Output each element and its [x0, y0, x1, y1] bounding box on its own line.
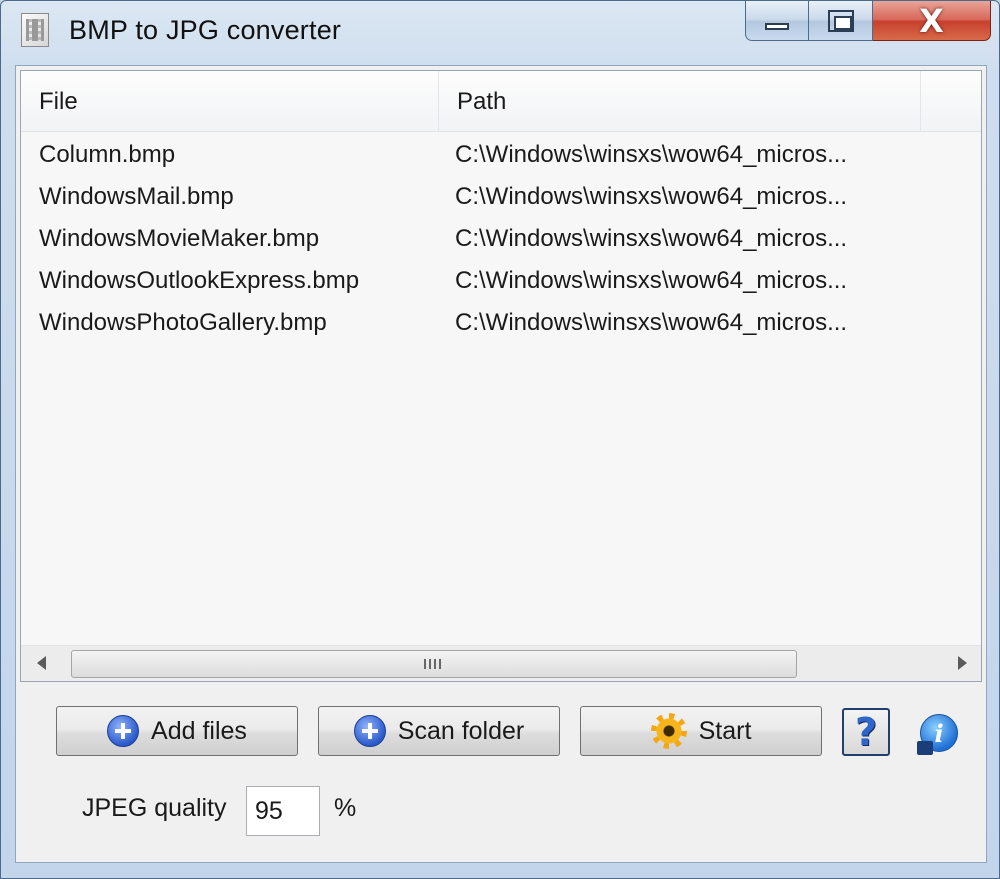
- gear-icon: [650, 713, 687, 749]
- path-cell: C:\Windows\winsxs\wow64_micros...: [455, 267, 848, 294]
- add-files-button[interactable]: Add files: [56, 706, 298, 756]
- start-label: Start: [698, 716, 752, 745]
- column-header-empty[interactable]: [921, 71, 981, 131]
- scroll-right-icon[interactable]: [958, 656, 967, 670]
- column-header-file[interactable]: File: [21, 71, 439, 131]
- file-cell: WindowsMovieMaker.bmp: [39, 225, 320, 252]
- scrollbar-thumb[interactable]: [71, 650, 797, 678]
- file-cell: WindowsMail.bmp: [39, 183, 234, 210]
- app-icon[interactable]: [21, 13, 49, 47]
- list-header: File Path: [21, 71, 981, 132]
- window-controls: X: [745, 1, 991, 43]
- column-header-path[interactable]: Path: [439, 71, 921, 131]
- horizontal-scrollbar[interactable]: [21, 645, 981, 681]
- app-window: BMP to JPG converter X File Path Column.…: [0, 0, 1000, 879]
- plus-circle-icon: [353, 715, 386, 747]
- minimize-button[interactable]: [745, 1, 809, 41]
- path-cell: C:\Windows\winsxs\wow64_micros...: [455, 309, 848, 336]
- table-row[interactable]: WindowsMail.bmp C:\Windows\winsxs\wow64_…: [21, 179, 981, 221]
- close-button[interactable]: X: [873, 1, 991, 41]
- table-row[interactable]: WindowsOutlookExpress.bmp C:\Windows\win…: [21, 263, 981, 305]
- start-button[interactable]: Start: [580, 706, 822, 756]
- list-rows: Column.bmp C:\Windows\winsxs\wow64_micro…: [21, 137, 981, 347]
- maximize-icon: [827, 9, 854, 32]
- help-button[interactable]: ?: [842, 708, 890, 756]
- title-bar[interactable]: BMP to JPG converter X: [1, 1, 1000, 65]
- minimize-icon: [765, 23, 789, 30]
- file-cell: WindowsPhotoGallery.bmp: [39, 309, 327, 336]
- jpeg-quality-label: JPEG quality: [82, 794, 227, 822]
- info-icon[interactable]: i: [917, 714, 958, 755]
- file-cell: Column.bmp: [39, 141, 176, 168]
- scan-folder-button[interactable]: Scan folder: [318, 706, 560, 756]
- add-files-label: Add files: [151, 716, 247, 745]
- window-title: BMP to JPG converter: [69, 15, 342, 45]
- scroll-left-icon[interactable]: [37, 656, 46, 670]
- client-area: File Path Column.bmp C:\Windows\winsxs\w…: [15, 65, 987, 863]
- table-row[interactable]: WindowsPhotoGallery.bmp C:\Windows\winsx…: [21, 305, 981, 347]
- grip-icon: [424, 659, 442, 669]
- maximize-button[interactable]: [809, 1, 873, 41]
- path-cell: C:\Windows\winsxs\wow64_micros...: [455, 183, 848, 210]
- file-list[interactable]: File Path Column.bmp C:\Windows\winsxs\w…: [20, 70, 982, 682]
- close-icon: X: [919, 1, 944, 40]
- file-cell: WindowsOutlookExpress.bmp: [39, 267, 360, 294]
- scan-folder-label: Scan folder: [397, 716, 525, 745]
- plus-circle-icon: [107, 715, 140, 747]
- table-row[interactable]: WindowsMovieMaker.bmp C:\Windows\winsxs\…: [21, 221, 981, 263]
- jpeg-quality-input[interactable]: [246, 786, 320, 836]
- path-cell: C:\Windows\winsxs\wow64_micros...: [455, 225, 848, 252]
- path-cell: C:\Windows\winsxs\wow64_micros...: [455, 141, 848, 168]
- help-icon: ?: [854, 710, 878, 754]
- table-row[interactable]: Column.bmp C:\Windows\winsxs\wow64_micro…: [21, 137, 981, 179]
- percent-label: %: [334, 794, 357, 822]
